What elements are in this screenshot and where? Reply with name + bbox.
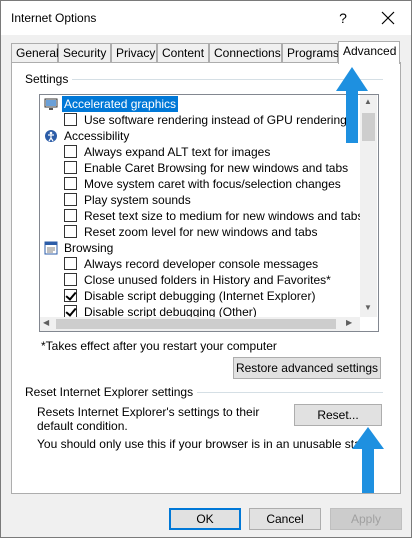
browsing-icon bbox=[44, 241, 58, 255]
tab-advanced[interactable]: Advanced bbox=[338, 41, 400, 64]
title-bar: Internet Options ? bbox=[1, 1, 411, 35]
tab-content[interactable]: Content bbox=[157, 43, 209, 63]
reset-button[interactable]: Reset... bbox=[294, 404, 382, 426]
reset-group-label: Reset Internet Explorer settings bbox=[25, 385, 198, 399]
scroll-left-arrow-icon[interactable]: ◀ bbox=[43, 318, 49, 327]
settings-tree[interactable]: Accelerated graphics Use software render… bbox=[39, 94, 379, 332]
tree-label: Enable Caret Browsing for new windows an… bbox=[84, 161, 349, 175]
tree-label: Move system caret with focus/selection c… bbox=[84, 177, 341, 191]
reset-warning: You should only use this if your browser… bbox=[37, 437, 375, 451]
restart-footnote: *Takes effect after you restart your com… bbox=[41, 339, 277, 353]
close-icon[interactable] bbox=[375, 7, 401, 29]
settings-group-label: Settings bbox=[25, 72, 73, 86]
tree-label: Always record developer console messages bbox=[84, 257, 319, 271]
window-title: Internet Options bbox=[11, 11, 97, 25]
checkbox[interactable] bbox=[64, 161, 77, 174]
reset-group-divider bbox=[187, 392, 383, 393]
tree-label: Accelerated graphics bbox=[62, 96, 179, 112]
internet-options-dialog: Internet Options ? General Security Priv… bbox=[0, 0, 412, 538]
checkbox[interactable] bbox=[64, 225, 77, 238]
tree-label: Always expand ALT text for images bbox=[84, 145, 271, 159]
cancel-button[interactable]: Cancel bbox=[249, 508, 321, 530]
tab-general[interactable]: General bbox=[11, 43, 59, 63]
horizontal-scroll-thumb[interactable] bbox=[56, 319, 336, 329]
tree-label: Reset zoom level for new windows and tab… bbox=[84, 225, 318, 239]
help-button[interactable]: ? bbox=[331, 7, 355, 29]
tree-label: Disable script debugging (Internet Explo… bbox=[84, 289, 316, 303]
tree-label: Reset text size to medium for new window… bbox=[84, 209, 364, 223]
annotation-arrow-up-icon bbox=[336, 67, 368, 143]
monitor-icon bbox=[44, 97, 58, 111]
tree-label: Accessibility bbox=[64, 129, 130, 143]
tree-label: Close unused folders in History and Favo… bbox=[84, 273, 331, 287]
tree-label: Browsing bbox=[64, 241, 114, 255]
tab-privacy[interactable]: Privacy bbox=[111, 43, 157, 63]
tab-connections[interactable]: Connections bbox=[209, 43, 282, 63]
accessibility-icon bbox=[44, 129, 58, 143]
checkbox[interactable] bbox=[64, 289, 77, 302]
tab-security[interactable]: Security bbox=[58, 43, 111, 63]
checkbox[interactable] bbox=[64, 257, 77, 270]
horizontal-scrollbar[interactable]: ◀ ▶ bbox=[40, 317, 360, 331]
annotation-arrow-up-icon bbox=[352, 427, 384, 493]
ok-button[interactable]: OK bbox=[169, 508, 241, 530]
tree-label: Play system sounds bbox=[84, 193, 191, 207]
checkbox[interactable] bbox=[64, 273, 77, 286]
restore-advanced-settings-button[interactable]: Restore advanced settings bbox=[233, 357, 381, 379]
apply-button[interactable]: Apply bbox=[330, 508, 402, 530]
tree-label: Use software rendering instead of GPU re… bbox=[84, 113, 352, 127]
checkbox[interactable] bbox=[64, 145, 77, 158]
checkbox[interactable] bbox=[64, 193, 77, 206]
scroll-right-arrow-icon[interactable]: ▶ bbox=[346, 318, 352, 327]
checkbox[interactable] bbox=[64, 209, 77, 222]
checkbox[interactable] bbox=[64, 177, 77, 190]
tab-programs[interactable]: Programs bbox=[282, 43, 339, 63]
reset-description: Resets Internet Explorer's settings to t… bbox=[37, 405, 260, 433]
scroll-down-arrow-icon[interactable]: ▼ bbox=[364, 303, 372, 312]
checkbox[interactable] bbox=[64, 113, 77, 126]
